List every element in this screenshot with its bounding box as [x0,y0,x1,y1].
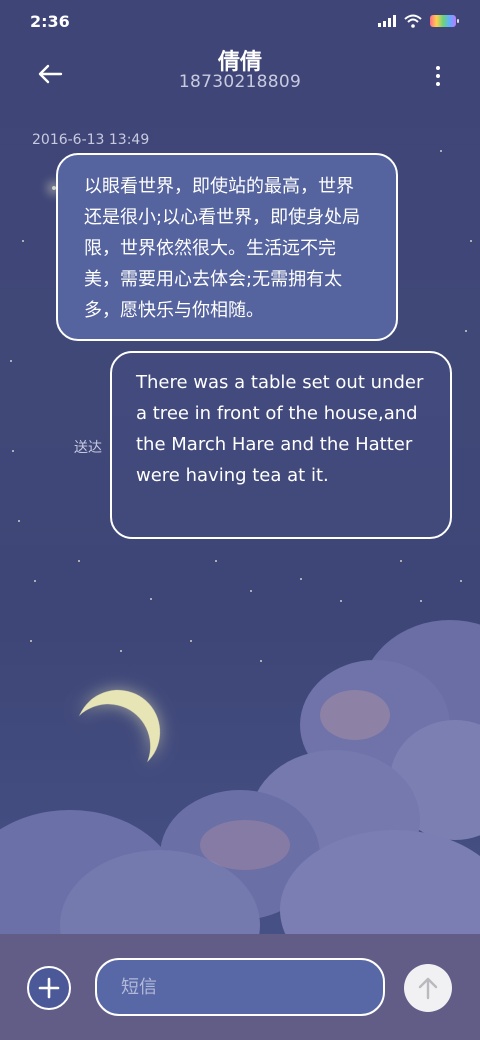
arrow-up-icon [418,977,438,1000]
contact-number: 18730218809 [178,72,302,92]
plus-icon [38,977,60,999]
send-button[interactable] [404,964,452,1012]
signal-icon [378,15,396,27]
wifi-icon [404,14,422,28]
crescent-moon-illustration [64,678,172,786]
message-text: 以眼看世界，即使站的最高，世界还是很小;以心看世界，即使身处局限，世界依然很大。… [84,176,361,321]
status-icons [378,14,459,28]
status-bar: 2:36 [0,0,480,44]
battery-icon [430,15,459,27]
incoming-message-bubble[interactable]: 以眼看世界，即使站的最高，世界还是很小;以心看世界，即使身处局限，世界依然很大。… [56,153,398,341]
message-text: There was a table set out under a tree i… [136,372,424,486]
add-attachment-button[interactable] [27,966,71,1010]
delivery-status: 送达 [74,440,102,456]
message-input[interactable] [95,958,385,1016]
message-composer [0,934,480,1040]
more-vertical-icon [436,66,440,70]
clouds-illustration [0,600,480,1000]
outgoing-message-bubble[interactable]: There was a table set out under a tree i… [110,351,452,539]
message-timestamp: 2016-6-13 13:49 [32,132,150,148]
more-options-button[interactable] [426,54,450,98]
conversation-header: 倩倩 18730218809 [0,44,480,100]
status-time: 2:36 [30,12,70,31]
